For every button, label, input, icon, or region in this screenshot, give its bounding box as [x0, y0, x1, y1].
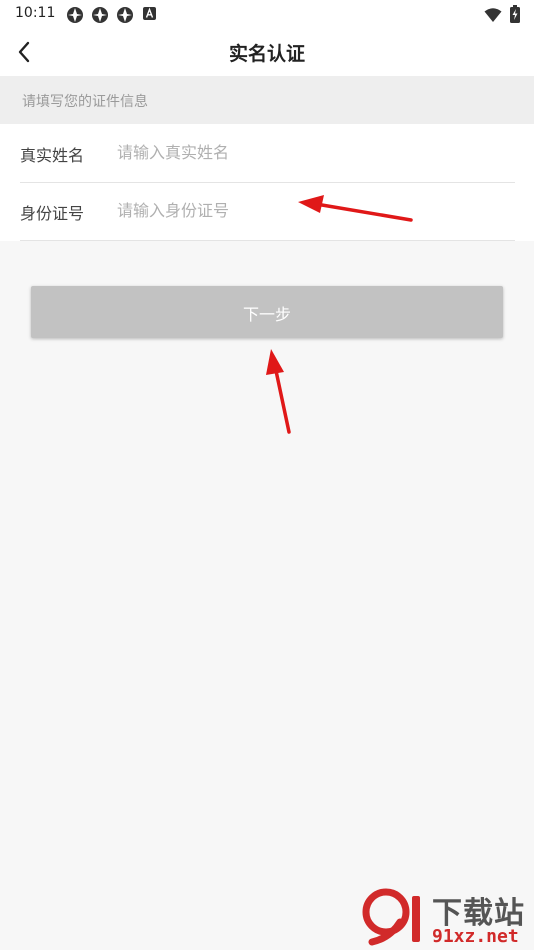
annotation-arrow-icon [266, 349, 291, 434]
watermark-site: 91xz.net [432, 926, 519, 947]
watermark-logo-icon [362, 888, 420, 946]
annotation-arrows [266, 195, 413, 434]
annotation-arrow-icon [298, 195, 413, 222]
